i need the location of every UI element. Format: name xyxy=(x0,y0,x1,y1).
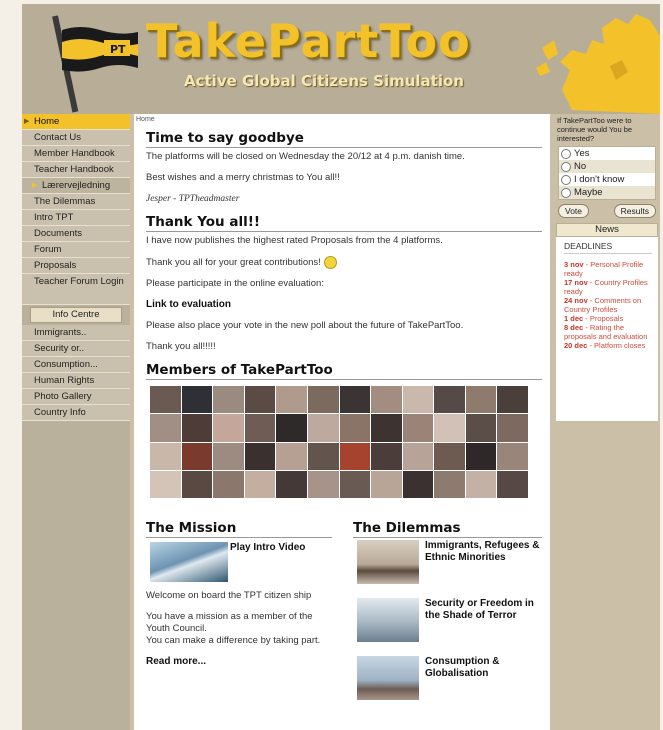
dilemmas-section: The Dilemmas Immigrants, Refugees & Ethn… xyxy=(353,520,542,700)
post-text: I have now publishes the highest rated P… xyxy=(146,235,443,246)
mission-text: You can make a difference by taking part… xyxy=(146,635,321,646)
nav-item-the-dilemmas[interactable]: The Dilemmas xyxy=(22,194,130,210)
poll-question: If TakePartToo were to continue would Yo… xyxy=(557,116,633,143)
nav-item-security[interactable]: Security or.. xyxy=(22,341,130,357)
poll-option-maybe[interactable]: Maybe xyxy=(559,186,655,199)
nav-item-member-handbook[interactable]: Member Handbook xyxy=(22,146,130,162)
nav-item-laerervejledning[interactable]: ▶ Lærervejledning xyxy=(22,178,130,194)
left-navigation: ▶ Home Contact Us Member Handbook Teacher… xyxy=(22,114,130,730)
nav-item-teacher-forum-login[interactable]: Teacher Forum Login xyxy=(22,274,130,305)
evaluation-link[interactable]: Link to evaluation xyxy=(146,299,231,310)
breadcrumb[interactable]: Home xyxy=(136,116,155,123)
nav-item-human-rights[interactable]: Human Rights xyxy=(22,373,130,389)
flag-logo-icon: PT xyxy=(62,27,138,72)
nav-item-consumption[interactable]: Consumption... xyxy=(22,357,130,373)
radio-button[interactable] xyxy=(561,161,571,172)
post-text: Thank you all for your great contributio… xyxy=(146,256,542,269)
dilemma-link-security[interactable]: Security or Freedom in the Shade of Terr… xyxy=(425,598,542,622)
dilemma-thumbnail[interactable] xyxy=(357,540,419,584)
radio-button[interactable] xyxy=(561,174,571,185)
site-header: PT TakePartToo Active Global Citizens Si… xyxy=(22,4,660,114)
deadline-item: 24 nov - Comments on Country Profiles xyxy=(564,296,642,314)
poll-option-yes[interactable]: Yes xyxy=(559,147,655,160)
post-text: The platforms will be closed on Wednesda… xyxy=(146,151,465,162)
deadline-item: 3 nov - Personal Profile ready xyxy=(564,260,644,278)
svg-text:PT: PT xyxy=(110,43,126,56)
deadline-item: 1 dec - Proposals xyxy=(564,314,624,323)
mission-text: You have a mission as a member of the Yo… xyxy=(146,611,313,634)
post-signature: Jesper - TPTheadmaster xyxy=(146,194,240,204)
page: PT TakePartToo Active Global Citizens Si… xyxy=(22,4,660,730)
nav-item-country-info[interactable]: Country Info xyxy=(22,405,130,421)
nav-item-immigrants[interactable]: Immigrants.. xyxy=(22,325,130,341)
intro-video-thumbnail[interactable] xyxy=(150,542,228,582)
europe-map-icon xyxy=(536,14,660,114)
nav-item-photo-gallery[interactable]: Photo Gallery xyxy=(22,389,130,405)
dilemma-thumbnail[interactable] xyxy=(357,656,419,700)
dilemmas-title: The Dilemmas xyxy=(353,520,542,538)
poll-options: Yes No I don't know Maybe xyxy=(558,146,656,200)
dilemma-item[interactable]: Consumption & Globalisation xyxy=(353,656,542,700)
nav-item-teacher-handbook[interactable]: Teacher Handbook xyxy=(22,162,130,178)
post-text: Please also place your vote in the new p… xyxy=(146,320,464,332)
nav-item-contact-us[interactable]: Contact Us xyxy=(22,130,130,146)
nav-item-proposals[interactable]: Proposals xyxy=(22,258,130,274)
results-button[interactable]: Results xyxy=(613,204,656,218)
nav-item-forum[interactable]: Forum xyxy=(22,242,130,258)
info-centre-header: Info Centre xyxy=(30,307,122,323)
read-more-link[interactable]: Read more... xyxy=(146,656,206,667)
post-text: Thank you all!!!!! xyxy=(146,341,216,353)
dilemma-item[interactable]: Immigrants, Refugees & Ethnic Minorities xyxy=(353,540,542,584)
poll-option-no[interactable]: No xyxy=(559,160,655,173)
post-text: Please participate in the online evaluat… xyxy=(146,278,324,290)
arrow-right-icon: ▶ xyxy=(32,182,38,189)
post-title-thank-you: Thank You all!! xyxy=(146,214,542,232)
poll-option-dont-know[interactable]: I don't know xyxy=(559,173,655,186)
smiley-icon xyxy=(323,256,337,269)
dilemma-link-consumption[interactable]: Consumption & Globalisation xyxy=(425,656,542,680)
right-sidebar: If TakePartToo were to continue would Yo… xyxy=(554,114,660,730)
deadline-item: 20 dec - Platform closes xyxy=(564,341,646,350)
news-header: News xyxy=(556,223,658,237)
dilemma-item[interactable]: Security or Freedom in the Shade of Terr… xyxy=(353,598,542,642)
members-title: Members of TakePartToo xyxy=(146,362,542,381)
site-subtitle: Active Global Citizens Simulation xyxy=(184,72,464,90)
dilemma-link-immigrants[interactable]: Immigrants, Refugees & Ethnic Minorities xyxy=(425,540,542,564)
dilemma-thumbnail[interactable] xyxy=(357,598,419,642)
post-title-goodbye: Time to say goodbye xyxy=(146,130,542,148)
mission-title: The Mission xyxy=(146,520,332,538)
nav-item-intro-tpt[interactable]: Intro TPT xyxy=(22,210,130,226)
deadline-item: 8 dec - Rating the proposals and evaluat… xyxy=(564,323,648,341)
radio-button[interactable] xyxy=(561,187,571,198)
nav-item-home[interactable]: ▶ Home xyxy=(22,114,130,130)
mission-text: Welcome on board the TPT citizen ship xyxy=(146,590,312,601)
play-intro-video-link[interactable]: Play Intro Video xyxy=(230,542,305,553)
mission-section: The Mission Play Intro Video Welcome on … xyxy=(146,520,332,667)
vote-button[interactable]: Vote xyxy=(558,204,590,218)
deadlines-title: DEADLINES xyxy=(564,241,652,254)
arrow-right-icon: ▶ xyxy=(24,118,30,125)
members-photo-mosaic[interactable] xyxy=(150,386,528,499)
deadline-item: 17 nov - Country Profiles ready xyxy=(564,278,648,296)
site-title: TakePartToo xyxy=(146,14,471,68)
post-text: Best wishes and a merry christmas to You… xyxy=(146,172,340,183)
radio-button[interactable] xyxy=(561,148,571,159)
main-content: Home Time to say goodbye The platforms w… xyxy=(134,114,550,730)
nav-item-documents[interactable]: Documents xyxy=(22,226,130,242)
news-box: DEADLINES 3 nov - Personal Profile ready… xyxy=(556,237,658,421)
